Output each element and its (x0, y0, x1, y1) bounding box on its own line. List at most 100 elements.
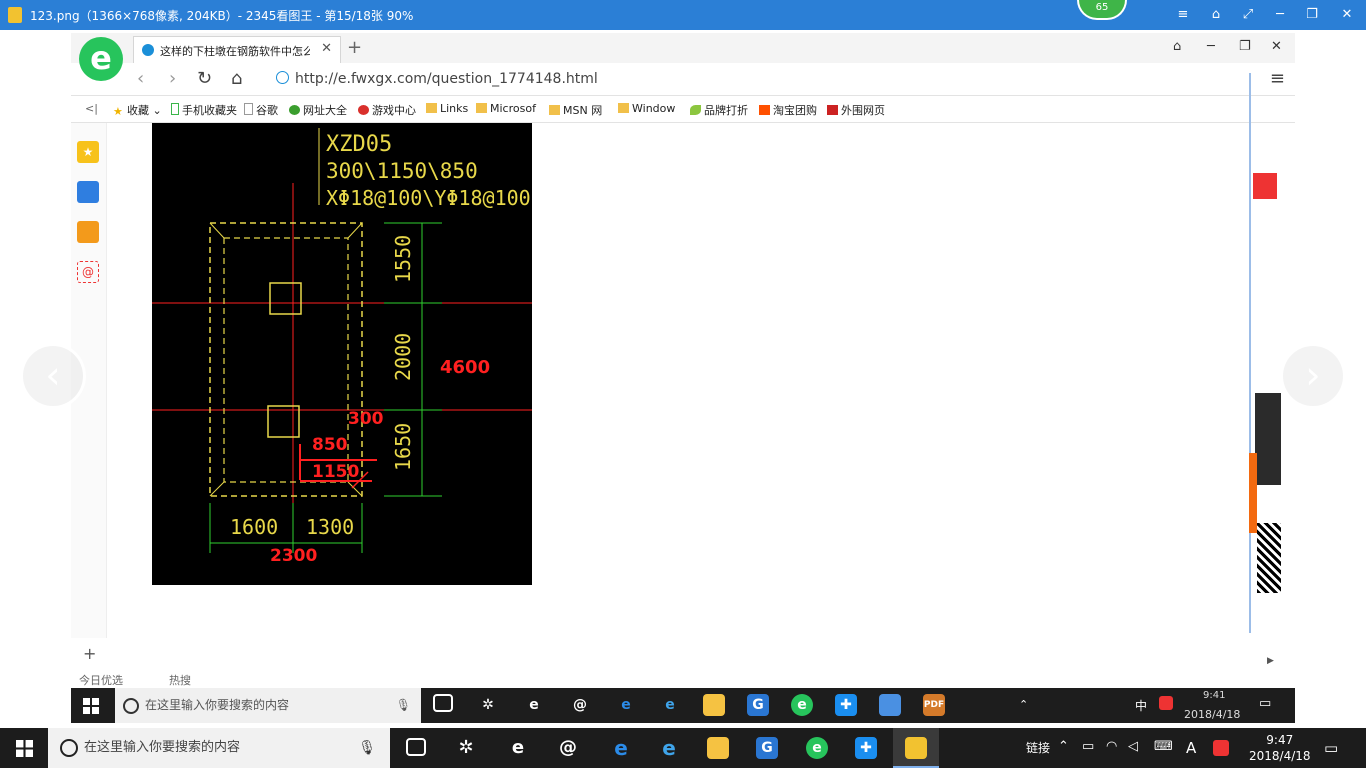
sogou-icon[interactable] (1213, 740, 1229, 756)
bookmark-links[interactable]: Links (426, 102, 468, 115)
edge-icon[interactable]: e (615, 694, 637, 716)
viewer-menu-button[interactable]: ≡ (1168, 0, 1198, 30)
scroll-right-icon[interactable]: ▶ (1267, 656, 1274, 666)
notes-icon[interactable] (77, 181, 99, 203)
back-arrow-icon[interactable]: ‹ (137, 68, 144, 89)
browser-tab[interactable]: 这样的下柱墩在钢筋软件中怎么布 ✕ (133, 36, 341, 63)
bookmark-microsoft[interactable]: Microsof (476, 102, 536, 115)
email-icon[interactable]: @ (77, 261, 99, 283)
g-app-icon[interactable]: G (747, 694, 769, 716)
sogou-icon[interactable] (1159, 696, 1173, 710)
edge-icon[interactable]: e (610, 737, 632, 759)
previous-image-button[interactable]: ‹ (20, 343, 86, 409)
inner-notification-icon[interactable]: ▭ (1259, 696, 1271, 711)
viewer-fullscreen-button[interactable]: ⤢ (1233, 0, 1263, 30)
viewer-app-icon (8, 7, 22, 23)
forward-arrow-icon[interactable]: › (169, 68, 176, 89)
refresh-icon[interactable]: ↻ (197, 68, 212, 89)
inner-ime-label[interactable]: 中 (1135, 697, 1147, 714)
browser-swirl-icon[interactable]: @ (569, 694, 591, 716)
inner-clock-date: 2018/4/18 (1184, 708, 1241, 721)
next-image-button[interactable]: › (1280, 343, 1346, 409)
tray-expand-icon[interactable]: ⌃ (1058, 739, 1069, 754)
browser-e-icon[interactable]: e (806, 737, 828, 759)
bookmark-google[interactable]: 谷歌 (244, 102, 278, 118)
inner-search-input[interactable]: 在这里输入你要搜索的内容 🎙 (115, 688, 421, 723)
notification-badge[interactable]: 65 (1077, 0, 1127, 20)
task-view-icon[interactable] (406, 738, 426, 756)
home-icon[interactable]: ⌂ (231, 68, 242, 89)
wifi-icon[interactable]: ◠ (1106, 739, 1117, 754)
task-view-icon[interactable] (433, 694, 453, 712)
windows-start-icon[interactable] (83, 698, 99, 714)
bookmark-brand-sale[interactable]: 品牌打折 (690, 102, 748, 118)
file-explorer-icon[interactable] (703, 694, 725, 716)
bookmark-mobile[interactable]: 手机收藏夹 (171, 102, 237, 118)
dim-label-1650: 1650 (391, 423, 415, 471)
ie-icon[interactable]: e (658, 737, 680, 759)
active-app-highlight[interactable] (893, 728, 939, 768)
browser-addressbar: ‹ › ↻ ⌂ http://e.fwxgx.com/question_1774… (71, 63, 1295, 96)
screenshot-content: e 这样的下柱墩在钢筋软件中怎么布 ✕ + ⌂ ─ ❐ ✕ ‹ › ↻ ⌂ ht… (71, 33, 1295, 723)
qr-code-icon (1257, 523, 1281, 593)
bookmark-site-nav[interactable]: 网址大全 (289, 102, 347, 118)
tab-close-icon[interactable]: ✕ (321, 41, 332, 56)
browser-logo-icon[interactable]: e (79, 37, 123, 81)
bookmark-taobao[interactable]: 淘宝团购 (759, 102, 817, 118)
windows-start-icon[interactable] (16, 740, 33, 757)
browser-e-icon[interactable]: e (791, 694, 813, 716)
search-icon (60, 739, 78, 757)
ime-mode-label[interactable]: A (1186, 739, 1196, 757)
new-tab-button[interactable]: + (347, 37, 362, 58)
browser-swirl-icon[interactable]: @ (557, 737, 579, 759)
viewer-maximize-button[interactable]: ❐ (1297, 0, 1327, 30)
game-icon (358, 105, 369, 115)
plus-app-icon[interactable]: ✚ (855, 737, 877, 759)
add-panel-icon[interactable]: + (83, 644, 96, 663)
viewer-app-icon[interactable] (879, 694, 901, 716)
address-input[interactable]: http://e.fwxgx.com/question_1774148.html (276, 69, 796, 89)
battery-icon[interactable]: ▭ (1082, 739, 1094, 754)
viewer-skin-button[interactable]: ⌂ (1201, 0, 1231, 30)
windows-taskbar: 在这里输入你要搜索的内容 🎙 ✲ e @ e e G e ✚ 链接 ⌃ ▭ ◠ … (0, 728, 1366, 768)
pdf-app-icon[interactable]: PDF (923, 694, 945, 716)
ie-classic-icon[interactable]: e (507, 737, 529, 759)
taskbar-search-input[interactable]: 在这里输入你要搜索的内容 🎙 (48, 728, 390, 768)
favorites-star-icon[interactable]: ★ (77, 141, 99, 163)
browser-close-button[interactable]: ✕ (1271, 39, 1282, 54)
fan-app-icon[interactable]: ✲ (477, 694, 499, 716)
taskbar-clock[interactable]: 9:47 2018/4/18 (1249, 732, 1311, 764)
clock-date: 2018/4/18 (1249, 749, 1311, 763)
hot-search-link[interactable]: 热搜 (169, 672, 191, 688)
plus-app-icon[interactable]: ✚ (835, 694, 857, 716)
bookmark-favorites[interactable]: ★ 收藏 ⌄ (113, 102, 162, 118)
g-app-icon[interactable]: G (756, 737, 778, 759)
file-explorer-icon[interactable] (707, 737, 729, 759)
fan-app-icon[interactable]: ✲ (455, 737, 477, 759)
microphone-icon[interactable]: 🎙 (358, 728, 376, 768)
ie-classic-icon[interactable]: e (523, 694, 545, 716)
taobao-icon (759, 105, 770, 115)
photo-fragment (1255, 393, 1281, 485)
bookmarks-collapse-icon[interactable]: <| (85, 102, 98, 115)
microphone-icon[interactable]: 🎙 (396, 688, 411, 723)
bookmark-games[interactable]: 游戏中心 (358, 102, 416, 118)
site-info-icon[interactable] (276, 71, 289, 84)
viewer-close-button[interactable]: ✕ (1332, 0, 1362, 30)
keyboard-icon[interactable]: ⌨ (1154, 739, 1173, 754)
browser-skin-button[interactable]: ⌂ (1173, 39, 1181, 54)
browser-minimize-button[interactable]: ─ (1207, 39, 1215, 54)
bookmark-windows[interactable]: Window (618, 102, 675, 115)
browser-maximize-button[interactable]: ❐ (1239, 39, 1251, 54)
viewer-minimize-button[interactable]: ─ (1265, 0, 1295, 30)
weibo-icon[interactable] (77, 221, 99, 243)
notification-center-icon[interactable]: ▭ (1324, 739, 1338, 757)
bookmark-external[interactable]: 外围网页 (827, 102, 885, 118)
links-toolbar-label[interactable]: 链接 (1026, 739, 1050, 756)
bookmark-msn[interactable]: MSN 网 (549, 102, 602, 118)
ie-icon[interactable]: e (659, 694, 681, 716)
tray-expand-icon[interactable]: ⌃ (1019, 698, 1028, 711)
dim-label-1150: 1150 (312, 462, 359, 482)
volume-icon[interactable]: ◁ (1128, 739, 1138, 754)
today-picks-link[interactable]: 今日优选 (79, 672, 123, 688)
